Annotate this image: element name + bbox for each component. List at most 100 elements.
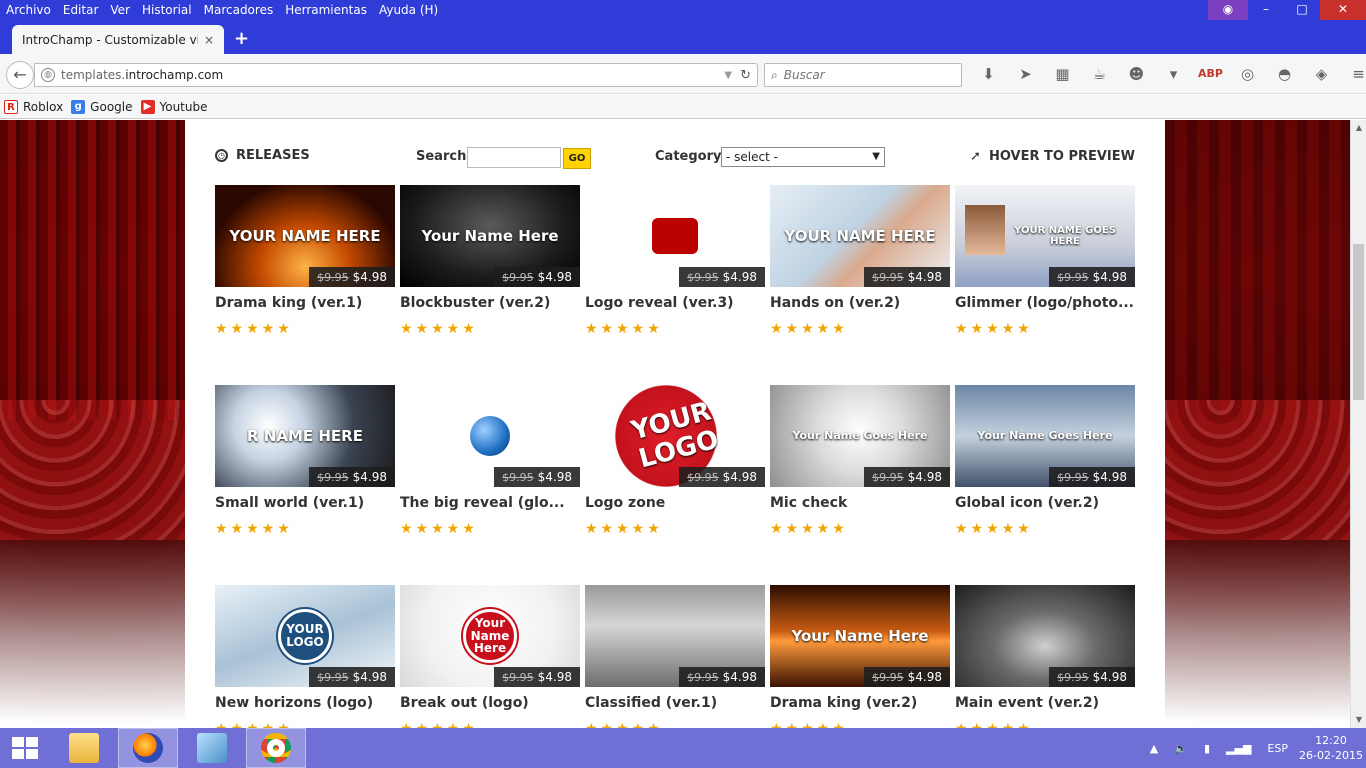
adblock-icon[interactable]: ABP: [1192, 64, 1229, 84]
template-title[interactable]: Classified (ver.1): [585, 695, 765, 711]
menu-herramientas[interactable]: Herramientas: [279, 0, 373, 20]
chat-icon[interactable]: ◓: [1266, 64, 1303, 84]
minimize-button[interactable]: –: [1248, 0, 1284, 20]
template-title[interactable]: New horizons (logo): [215, 695, 395, 711]
template-title[interactable]: Logo reveal (ver.3): [585, 295, 765, 311]
url-text[interactable]: templates.introchamp.com: [61, 68, 724, 82]
start-button[interactable]: [0, 728, 50, 768]
volume-icon[interactable]: 🔈: [1174, 742, 1188, 755]
template-title[interactable]: Glimmer (logo/photo...: [955, 295, 1135, 311]
price-tag: $9.95 $4.98: [864, 667, 950, 687]
template-card[interactable]: Your Name Goes Here $9.95 $4.98 Global ic…: [955, 385, 1135, 537]
back-button[interactable]: ←: [6, 61, 34, 89]
go-button[interactable]: GO: [563, 148, 591, 169]
tray-expand-icon[interactable]: ▲: [1150, 742, 1158, 755]
hamburger-menu-icon[interactable]: ≡: [1340, 64, 1366, 84]
greasemonkey-icon[interactable]: ☻: [1118, 64, 1155, 84]
menu-historial[interactable]: Historial: [136, 0, 198, 20]
template-thumbnail[interactable]: Your Name Here $9.95 $4.98: [770, 585, 950, 687]
scroll-down-icon[interactable]: ▼: [1351, 712, 1366, 728]
taskbar-file-explorer[interactable]: [54, 728, 114, 768]
template-thumbnail[interactable]: YOUR LOGO $9.95 $4.98: [215, 585, 395, 687]
template-card[interactable]: $9.95$4.98 Main event (ver.2) ★★★★★: [955, 585, 1135, 728]
template-card[interactable]: YOUR NAME HERE $9.95 $4.98 Drama king (ve…: [215, 185, 395, 337]
taskbar-notebook[interactable]: [182, 728, 242, 768]
template-title[interactable]: Blockbuster (ver.2): [400, 295, 580, 311]
addon-off-icon[interactable]: ☕: [1081, 64, 1118, 84]
battery-icon[interactable]: ▮: [1204, 742, 1210, 755]
template-title[interactable]: Drama king (ver.1): [215, 295, 395, 311]
template-card[interactable]: Your Name Here $9.95 $4.98 Drama king (ve…: [770, 585, 950, 728]
scroll-up-icon[interactable]: ▲: [1351, 120, 1366, 136]
template-card[interactable]: YOUR NAME GOES HERE $9.95 $4.98 Glimmer (…: [955, 185, 1135, 337]
search-bar[interactable]: ⌕: [764, 63, 962, 87]
template-search-input[interactable]: [467, 147, 561, 168]
bookmark-youtube[interactable]: ▶ Youtube: [140, 99, 208, 114]
vpn-icon[interactable]: ◈: [1303, 64, 1340, 84]
page-scrollbar[interactable]: ▲ ▼: [1350, 120, 1366, 728]
template-title[interactable]: Hands on (ver.2): [770, 295, 950, 311]
template-card[interactable]: R NAME HERE $9.95 $4.98 Small world (ver.…: [215, 385, 395, 537]
template-card[interactable]: Your Name Here $9.95 $4.98 Blockbuster (v…: [400, 185, 580, 337]
template-thumbnail[interactable]: YOUR LOGO $9.95 $4.98: [585, 385, 765, 487]
close-window-button[interactable]: ✕: [1320, 0, 1366, 20]
apps-grid-icon[interactable]: ▦: [1044, 64, 1081, 84]
menu-marcadores[interactable]: Marcadores: [198, 0, 280, 20]
reload-icon[interactable]: ↻: [740, 68, 751, 83]
search-input[interactable]: [783, 68, 944, 82]
template-card[interactable]: $9.95 $4.98 The big reveal (glo... ★★★★★: [400, 385, 580, 537]
template-card[interactable]: $9.95 $4.98 Logo reveal (ver.3) ★★★★★: [585, 185, 765, 337]
template-title[interactable]: Main event (ver.2): [955, 695, 1135, 711]
template-card[interactable]: Your Name Goes Here $9.95 $4.98 Mic check…: [770, 385, 950, 537]
category-select[interactable]: - select - ▼: [721, 147, 885, 167]
template-title[interactable]: Global icon (ver.2): [955, 495, 1135, 511]
scrollbar-thumb[interactable]: [1353, 244, 1364, 400]
template-title[interactable]: Drama king (ver.2): [770, 695, 950, 711]
url-bar[interactable]: ◍ templates.introchamp.com ▼ ↻: [34, 63, 758, 87]
template-thumbnail[interactable]: R NAME HERE $9.95 $4.98: [215, 385, 395, 487]
bookmark-roblox[interactable]: R Roblox: [4, 99, 63, 114]
template-title[interactable]: Small world (ver.1): [215, 495, 395, 511]
template-thumbnail[interactable]: Your Name Here $9.95 $4.98: [400, 585, 580, 687]
template-thumbnail[interactable]: YOUR NAME HERE $9.95 $4.98: [215, 185, 395, 287]
template-thumbnail[interactable]: $9.95 $4.98: [400, 385, 580, 487]
template-title[interactable]: Mic check: [770, 495, 950, 511]
new-tab-button[interactable]: +: [234, 28, 249, 49]
template-card[interactable]: YOUR LOGO $9.95 $4.98 New horizons (logo)…: [215, 585, 395, 728]
template-thumbnail[interactable]: YOUR NAME GOES HERE $9.95 $4.98: [955, 185, 1135, 287]
template-card[interactable]: Your Name Here $9.95 $4.98 Break out (log…: [400, 585, 580, 728]
clock[interactable]: 12:20 26-02-2015: [1296, 733, 1366, 763]
history-dropdown-icon[interactable]: ▼: [724, 70, 732, 81]
bookmark-google[interactable]: g Google: [71, 99, 133, 114]
dropdown-icon[interactable]: ▾: [1155, 64, 1192, 84]
template-thumbnail[interactable]: $9.95 $4.98: [955, 585, 1135, 687]
template-thumbnail[interactable]: Your Name Goes Here $9.95 $4.98: [770, 385, 950, 487]
language-indicator[interactable]: ESP: [1267, 742, 1288, 755]
menu-editar[interactable]: Editar: [57, 0, 105, 20]
download-icon[interactable]: ⬇: [970, 64, 1007, 84]
template-thumbnail[interactable]: YOUR NAME HERE $9.95 $4.98: [770, 185, 950, 287]
template-title[interactable]: Break out (logo): [400, 695, 580, 711]
maximize-button[interactable]: □: [1284, 0, 1320, 20]
send-icon[interactable]: ➤: [1007, 64, 1044, 84]
tab-introchamp[interactable]: IntroChamp - Customizable vi... ×: [12, 25, 224, 54]
tab-close-icon[interactable]: ×: [204, 33, 214, 47]
template-title[interactable]: Logo zone: [585, 495, 765, 511]
releases-link[interactable]: ◷ RELEASES: [215, 148, 310, 163]
taskbar-firefox[interactable]: [118, 728, 178, 768]
template-thumbnail[interactable]: $9.95 $4.98: [585, 185, 765, 287]
template-title[interactable]: The big reveal (glo...: [400, 495, 580, 511]
taskbar-chrome[interactable]: [246, 728, 306, 768]
template-card[interactable]: YOUR NAME HERE $9.95 $4.98 Hands on (ver.…: [770, 185, 950, 337]
network-icon[interactable]: ▂▄▆: [1226, 742, 1251, 755]
template-card[interactable]: YOUR LOGO $9.95 $4.98 Logo zone ★★★★★: [585, 385, 765, 537]
menu-ver[interactable]: Ver: [104, 0, 136, 20]
template-card[interactable]: $9.95$4.98 Classified (ver.1) ★★★★★: [585, 585, 765, 728]
menu-archivo[interactable]: Archivo: [0, 0, 57, 20]
template-thumbnail[interactable]: $9.95 $4.98: [585, 585, 765, 687]
theater-seats-left: [0, 400, 185, 540]
menu-ayuda[interactable]: Ayuda (H): [373, 0, 444, 20]
template-thumbnail[interactable]: Your Name Here $9.95 $4.98: [400, 185, 580, 287]
addon-circle-icon[interactable]: ◎: [1229, 64, 1266, 84]
template-thumbnail[interactable]: Your Name Goes Here $9.95 $4.98: [955, 385, 1135, 487]
